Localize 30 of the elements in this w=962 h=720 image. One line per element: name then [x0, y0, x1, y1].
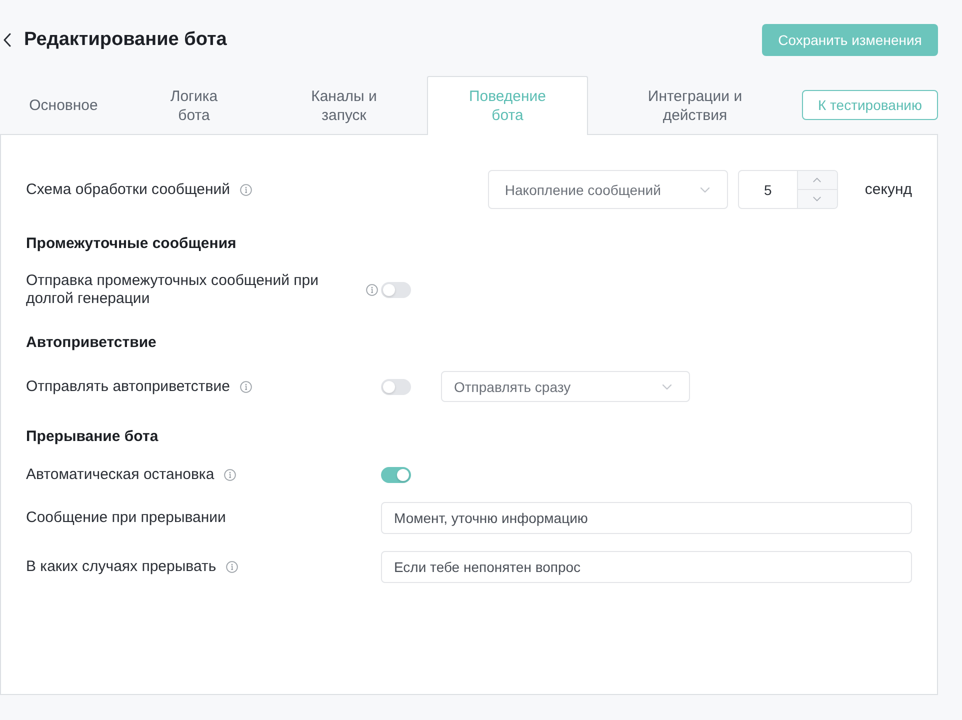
back-icon[interactable] — [3, 33, 11, 47]
setting-label: Сообщение при прерывании — [26, 509, 226, 527]
section-heading: Промежуточные сообщения — [26, 234, 236, 254]
toggle-switch[interactable] — [381, 378, 411, 394]
info-icon[interactable] — [366, 284, 378, 296]
info-icon[interactable] — [226, 561, 238, 573]
dropdown[interactable]: Отправлять сразу — [441, 371, 690, 402]
setting-label: В каких случаях прерывать — [26, 558, 216, 576]
tab[interactable]: Основное — [0, 76, 127, 134]
info-icon[interactable] — [240, 184, 252, 196]
tab[interactable]: Каналы и запуск — [261, 76, 427, 134]
setting-label: Автоматическая остановка — [26, 466, 214, 484]
section-heading: Прерывание бота — [26, 427, 158, 447]
text-field[interactable]: Момент, уточню информацию — [381, 502, 912, 534]
setting-label: Отправка промежуточных сообщений при долгой генерации — [26, 272, 320, 308]
text-field[interactable]: Если тебе непонятен вопрос — [381, 551, 912, 583]
toggle-switch[interactable] — [381, 282, 411, 298]
page-title: Редактирование бота — [24, 29, 227, 51]
setting-label: Отправлять автоприветствие — [26, 378, 230, 396]
chevron-up-icon — [812, 175, 822, 185]
section-heading: Автоприветствие — [26, 333, 156, 353]
tab[interactable]: Интеграции и действия — [588, 76, 802, 134]
info-icon[interactable] — [240, 380, 252, 392]
dropdown[interactable]: Накопление сообщений — [488, 170, 728, 209]
info-icon[interactable] — [224, 469, 236, 481]
chevron-down-icon — [812, 194, 822, 204]
setting-label: Схема обработки сообщений — [26, 180, 230, 198]
toggle-switch[interactable] — [381, 467, 411, 483]
tab[interactable]: Логика бота — [127, 76, 261, 134]
unit-label: секунд — [864, 181, 912, 198]
